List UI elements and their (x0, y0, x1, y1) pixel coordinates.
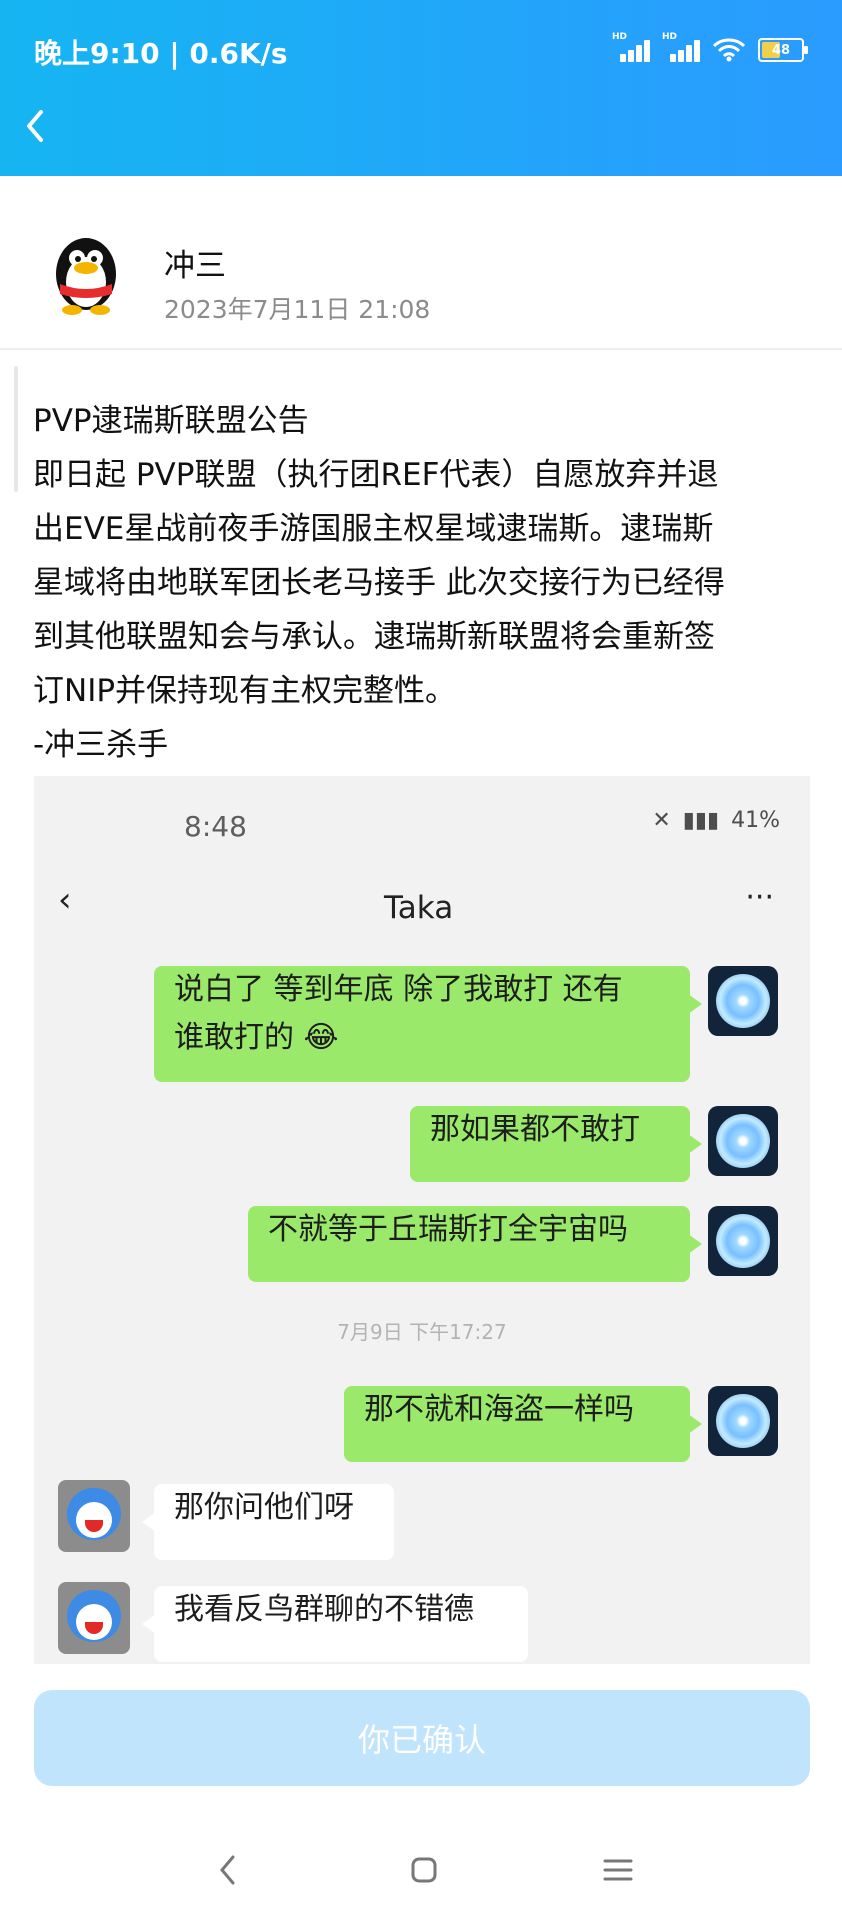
chat-message-3-text: 不就等于丘瑞斯打全宇宙吗 (268, 1212, 628, 1247)
post-line-7: -冲三杀手 (33, 727, 169, 763)
embedded-chat-title: Taka (384, 890, 454, 926)
chat-message-5: 那你问他们呀 (142, 1484, 394, 1560)
chat-timestamp: 7月9日 下午17:27 (337, 1320, 507, 1344)
signal-1-icon: HD (612, 32, 650, 62)
embedded-chat-screenshot: 8:48 ✕ ▮▮▮ 41% ‹ Taka ··· 说白了 等到年底 除了我敢打… (34, 776, 810, 1664)
embedded-status-icons: ✕ ▮▮▮ 41% (652, 808, 780, 833)
embedded-status-time: 8:48 (184, 810, 247, 843)
post-author-section: 冲三 2023年7月11日 21:08 (0, 176, 842, 348)
chat-message-2: 那如果都不敢打 (410, 1106, 702, 1182)
chat-message-1-line-2: 谁敢打的 😂 (174, 1020, 339, 1055)
confirm-button[interactable]: 你已确认 (34, 1690, 810, 1786)
penguin-avatar (42, 228, 130, 316)
chat-message-6: 我看反鸟群聊的不错德 (142, 1586, 528, 1662)
post-line-4: 星域将由地联军团长老马接手 此次交接行为已经得 (33, 565, 725, 601)
signal-2-icon: HD (662, 32, 700, 62)
chat-message-3: 不就等于丘瑞斯打全宇宙吗 (248, 1206, 702, 1282)
chat-message-1: 说白了 等到年底 除了我敢打 还有 谁敢打的 😂 (154, 966, 702, 1082)
chat-avatar-disk-4 (708, 1386, 778, 1456)
chat-message-5-text: 那你问他们呀 (174, 1490, 354, 1525)
chat-message-4-text: 那不就和海盗一样吗 (364, 1392, 634, 1427)
battery-level: 48 (771, 42, 791, 58)
chat-message-1-line-1: 说白了 等到年底 除了我敢打 还有 (174, 972, 623, 1007)
post-line-3: 出EVE星战前夜手游国服主权星域逮瑞斯。逮瑞斯 (33, 511, 714, 547)
status-icons: HD HD 48 (612, 32, 808, 62)
nav-home-icon (411, 1857, 437, 1883)
chat-avatar-disk-3 (708, 1206, 778, 1276)
chat-message-2-text: 那如果都不敢打 (430, 1112, 640, 1147)
post-line-2: 即日起 PVP联盟（执行团REF代表）自愿放弃并退 (33, 457, 719, 493)
post-time: 2023年7月11日 21:08 (164, 295, 431, 324)
penguin-icon (56, 238, 116, 315)
embedded-more-icon[interactable]: ··· (745, 880, 774, 915)
post-line-6: 订NIP并保持现有主权完整性。 (33, 673, 457, 709)
chat-avatar-doraemon-2 (58, 1582, 130, 1654)
chat-avatar-disk-2 (708, 1106, 778, 1176)
post-line-1: PVP逮瑞斯联盟公告 (33, 403, 309, 439)
chat-avatar-doraemon-1 (58, 1480, 130, 1552)
chat-message-4: 那不就和海盗一样吗 (344, 1386, 702, 1462)
post-content: PVP逮瑞斯联盟公告 即日起 PVP联盟（执行团REF代表）自愿放弃并退 出EV… (33, 394, 813, 772)
chat-message-6-text: 我看反鸟群聊的不错德 (174, 1592, 474, 1627)
back-button[interactable] (18, 104, 52, 148)
app-header: 晚上9:10 | 0.6K/s HD HD 48 (0, 0, 842, 176)
android-navigation-bar (0, 1816, 842, 1920)
chat-avatar-disk-1 (708, 966, 778, 1036)
battery-icon: 48 (758, 38, 808, 62)
author-name: 冲三 (164, 248, 226, 284)
post-line-5: 到其他联盟知会与承认。逮瑞斯新联盟将会重新签 (33, 619, 715, 655)
nav-menu-button[interactable] (598, 1850, 638, 1890)
nav-back-icon (220, 1855, 235, 1885)
embedded-back-icon[interactable]: ‹ (58, 880, 84, 932)
embedded-chat-header: ‹ Taka ··· (34, 880, 810, 964)
nav-home-button[interactable] (404, 1850, 444, 1890)
divider (0, 348, 842, 350)
embedded-battery-level: 41% (731, 808, 780, 833)
embedded-bell-mute-icon: ✕ (652, 808, 671, 833)
nav-menu-icon (603, 1859, 633, 1881)
wifi-icon (712, 38, 746, 62)
embedded-signal-icon: ▮▮▮ (682, 808, 720, 833)
content-edge-line (14, 366, 18, 492)
back-arrow-icon (27, 110, 43, 142)
nav-back-button[interactable] (208, 1850, 248, 1890)
status-time: 晚上9:10 | 0.6K/s (34, 37, 288, 70)
